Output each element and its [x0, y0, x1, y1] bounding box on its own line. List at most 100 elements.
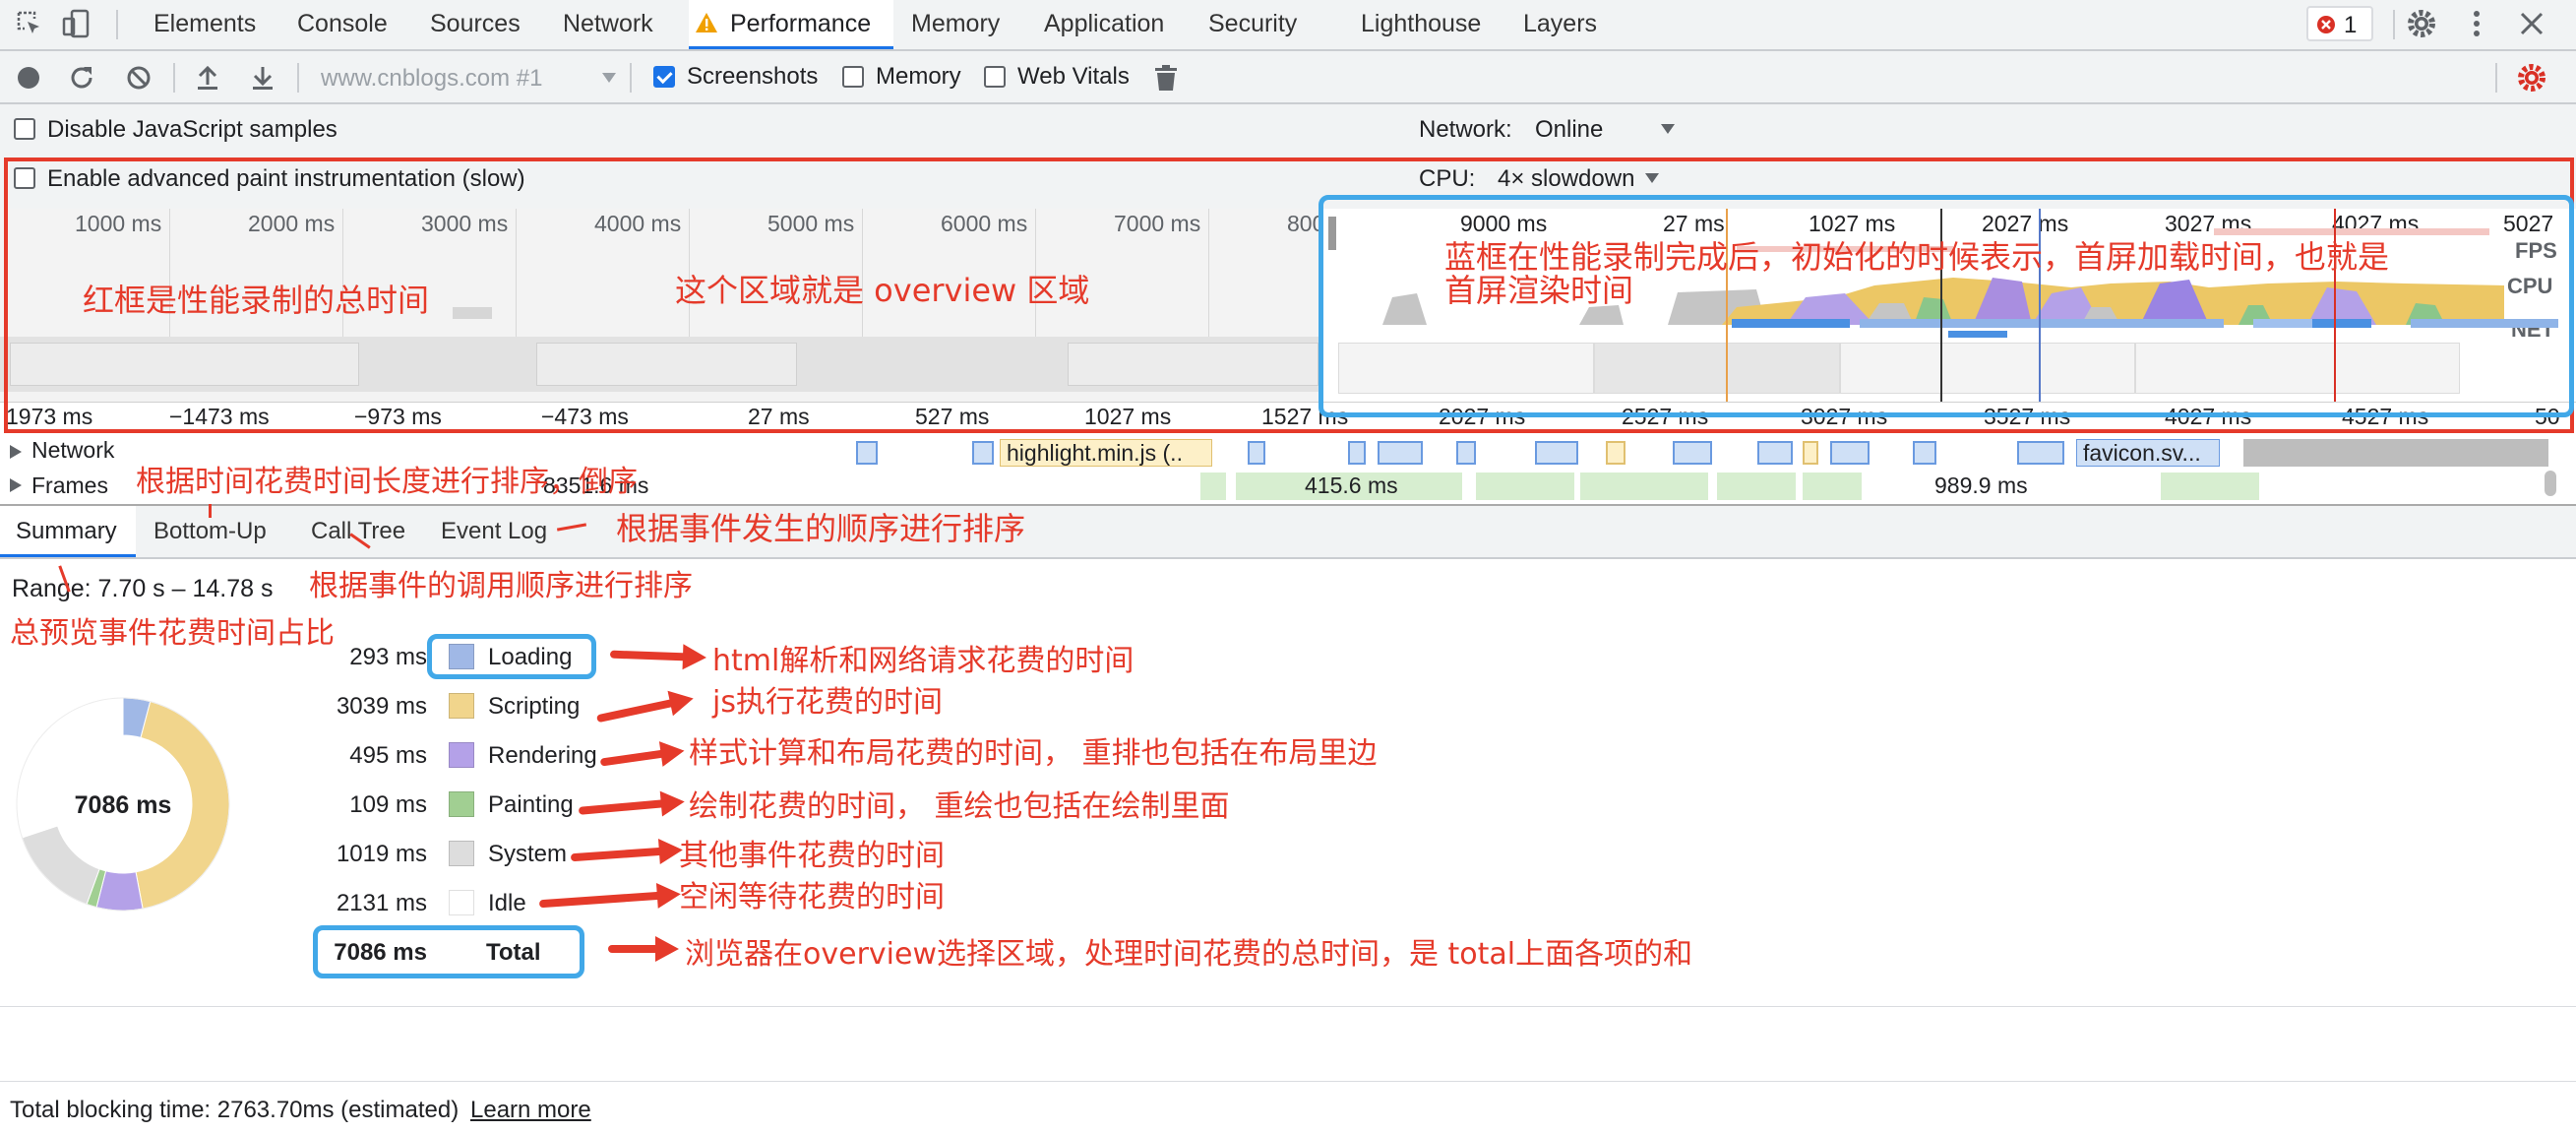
- frame-duration: 989.9 ms: [1934, 472, 2028, 498]
- record-icon[interactable]: [14, 63, 43, 93]
- disable-js-samples-label: Disable JavaScript samples: [47, 116, 337, 143]
- device-toolbar-icon[interactable]: [61, 8, 92, 39]
- error-badge[interactable]: 1: [2306, 6, 2373, 41]
- annotation-total-box: [313, 925, 584, 978]
- tab-network[interactable]: Network: [563, 10, 653, 38]
- divider: [0, 1081, 2576, 1082]
- legend-value: 3039 ms: [336, 693, 427, 720]
- tab-separator: [2393, 10, 2395, 39]
- tab-event-log[interactable]: Event Log: [441, 518, 547, 545]
- disable-js-samples-checkbox[interactable]: [14, 118, 35, 140]
- reload-icon[interactable]: [67, 63, 96, 93]
- error-count: 1: [2344, 12, 2358, 38]
- network-request[interactable]: favicon.sv...: [2076, 439, 2220, 467]
- clear-icon[interactable]: [124, 63, 153, 93]
- memory-label: Memory: [876, 63, 961, 90]
- devtools-tabbar: Elements Console Sources Network Perform…: [0, 0, 2576, 49]
- tab-sources[interactable]: Sources: [430, 10, 521, 38]
- recording-select[interactable]: www.cnblogs.com #1: [321, 61, 616, 94]
- tab-lighthouse[interactable]: Lighthouse: [1361, 10, 1481, 38]
- network-request[interactable]: highlight.min.js (..: [1000, 439, 1212, 467]
- tab-separator: [116, 10, 118, 39]
- trash-icon[interactable]: [1151, 63, 1181, 93]
- tab-application[interactable]: Application: [1044, 10, 1164, 38]
- tab-performance[interactable]: Performance: [689, 0, 893, 49]
- annotation-arrow: [608, 936, 679, 962]
- scrollbar-thumb[interactable]: [2545, 471, 2556, 496]
- legend-swatch-scripting: [449, 693, 474, 719]
- tab-summary-label: Summary: [16, 518, 117, 544]
- memory-checkbox[interactable]: [842, 66, 864, 88]
- tab-summary[interactable]: Summary: [0, 506, 136, 557]
- annotation-rendering: 样式计算和布局花费的时间， 重排也包括在布局里边: [689, 736, 1378, 771]
- screenshots-checkbox[interactable]: [653, 66, 675, 88]
- settings-gear-icon[interactable]: [2405, 7, 2438, 40]
- warning-icon: [696, 13, 717, 32]
- tab-memory[interactable]: Memory: [911, 10, 1000, 38]
- frame-bar: [1200, 472, 1226, 500]
- legend-value: 2131 ms: [336, 890, 427, 916]
- network-request-label: favicon.sv...: [2083, 440, 2201, 466]
- capture-settings-gear-icon[interactable]: [2515, 61, 2548, 94]
- inspect-element-icon[interactable]: [14, 8, 45, 39]
- legend-label: Idle: [488, 890, 526, 916]
- legend-swatch-idle: [449, 890, 474, 915]
- more-menu-icon[interactable]: [2460, 7, 2493, 40]
- annotation-arrow: [609, 650, 688, 662]
- annotation-blue-box-text-2: 首屏渲染时间: [1444, 272, 1634, 309]
- upload-icon[interactable]: [193, 63, 222, 93]
- tab-layers[interactable]: Layers: [1523, 10, 1597, 38]
- network-track-label: Network: [31, 437, 115, 463]
- network-request: [1248, 441, 1265, 465]
- annotation-pointer: [209, 504, 212, 518]
- annotation-bottom-up: 根据时间花费时间长度进行排序，倒序: [136, 465, 638, 499]
- learn-more-link[interactable]: Learn more: [470, 1097, 591, 1124]
- frame-bar[interactable]: 415.6 ms: [1236, 472, 1462, 500]
- legend-row-painting: 109 ms Painting: [0, 786, 610, 825]
- network-request: [1757, 441, 1793, 465]
- webvitals-checkbox[interactable]: [984, 66, 1006, 88]
- network-request: [972, 441, 994, 465]
- divider: [0, 557, 2576, 559]
- legend-label: Rendering: [488, 742, 597, 769]
- legend-swatch-system: [449, 841, 474, 866]
- network-throttle-value: Online: [1535, 116, 1604, 143]
- network-request: [1606, 441, 1625, 465]
- legend-swatch-painting: [449, 791, 474, 817]
- frame-bar: [1803, 472, 1862, 500]
- expand-triangle-icon[interactable]: [10, 478, 22, 492]
- legend-row-idle: 2131 ms Idle: [0, 884, 610, 923]
- annotation-total: 浏览器在overview选择区域，处理时间花费的总时间，是 total上面各项的…: [685, 937, 1693, 972]
- network-request: [1348, 441, 1366, 465]
- network-request: [1535, 441, 1578, 465]
- legend-value: 109 ms: [349, 791, 427, 818]
- total-blocking-time: Total blocking time: 2763.70ms (estimate…: [10, 1097, 460, 1123]
- chevron-down-icon: [602, 73, 616, 83]
- expand-triangle-icon[interactable]: [10, 445, 22, 459]
- tab-elements[interactable]: Elements: [153, 10, 256, 38]
- tab-security[interactable]: Security: [1208, 10, 1297, 38]
- annotation-call-tree: 根据事件的调用顺序进行排序: [309, 569, 693, 603]
- toolbar-separator: [630, 63, 632, 93]
- annotation-red-box-text: 红框是性能录制的总时间: [83, 282, 430, 319]
- network-request-label: highlight.min.js (..: [1007, 440, 1183, 466]
- frame-bar: [1580, 472, 1708, 500]
- webvitals-label: Web Vitals: [1017, 63, 1130, 90]
- annotation-event-log: 根据事件发生的顺序进行排序: [616, 510, 1026, 547]
- error-icon: [2317, 16, 2335, 33]
- network-throttle-select[interactable]: Online: [1535, 114, 1683, 148]
- close-icon[interactable]: [2515, 7, 2548, 40]
- toolbar-separator: [173, 63, 175, 93]
- legend-row-system: 1019 ms System: [0, 835, 610, 874]
- tab-bottom-up[interactable]: Bottom-Up: [153, 518, 267, 545]
- tab-console[interactable]: Console: [297, 10, 388, 38]
- tab-performance-label: Performance: [730, 10, 872, 37]
- annotation-loading: html解析和网络请求花费的时间: [712, 644, 1135, 678]
- network-request: [1803, 441, 1818, 465]
- network-request: [2243, 439, 2548, 467]
- toolbar-separator: [297, 63, 299, 93]
- annotation-overview-text: 这个区域就是 overview 区域: [675, 272, 1090, 309]
- toolbar-separator: [2495, 63, 2497, 93]
- annotation-summary: 总预览事件花费时间占比: [10, 616, 335, 651]
- download-icon[interactable]: [248, 63, 277, 93]
